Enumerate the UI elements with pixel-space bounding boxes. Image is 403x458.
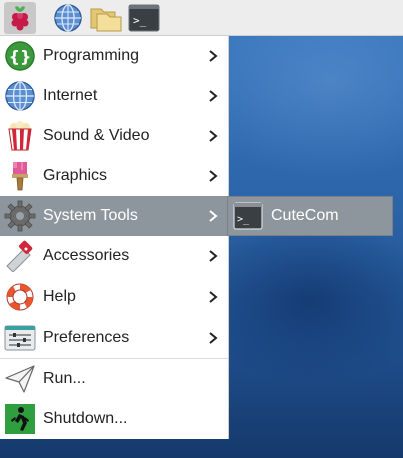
svg-text:>_: >_ bbox=[133, 14, 147, 27]
menu-item-help[interactable]: Help bbox=[0, 277, 228, 317]
graphics-brush-icon bbox=[12, 162, 28, 191]
menu-item-programming[interactable]: {} Programming bbox=[0, 36, 228, 76]
chevron-right-icon bbox=[209, 332, 218, 344]
chevron-right-icon bbox=[209, 170, 218, 182]
menu-item-label: Run... bbox=[43, 370, 86, 387]
accessories-knife-icon bbox=[6, 240, 33, 272]
chevron-right-icon bbox=[209, 250, 218, 262]
shutdown-exit-icon bbox=[5, 404, 35, 434]
applications-menu-button[interactable] bbox=[4, 2, 36, 34]
chevron-right-icon bbox=[209, 291, 218, 303]
menu-item-label: Programming bbox=[43, 47, 140, 64]
programming-braces-icon: {} bbox=[5, 41, 35, 71]
menu-item-label: Sound & Video bbox=[43, 127, 150, 144]
svg-text:{}: {} bbox=[9, 47, 32, 66]
cutecom-terminal-icon: >_ bbox=[233, 202, 263, 230]
chevron-right-icon bbox=[209, 90, 218, 102]
taskbar: >_ bbox=[0, 0, 403, 36]
menu-item-label: Help bbox=[43, 288, 76, 305]
help-lifebuoy-icon bbox=[6, 283, 34, 311]
chevron-right-icon bbox=[209, 50, 218, 62]
menu-item-accessories[interactable]: Accessories bbox=[0, 236, 228, 276]
system-tools-gear-icon bbox=[4, 200, 36, 232]
applications-menu: {} Programming Internet Sound & Video Gr… bbox=[0, 36, 229, 439]
menu-item-label: System Tools bbox=[43, 207, 138, 224]
file-manager-folder-icon bbox=[90, 8, 122, 32]
menu-item-label: Graphics bbox=[43, 167, 108, 184]
menu-item-label: Preferences bbox=[43, 329, 130, 346]
menu-item-system-tools[interactable]: System Tools bbox=[0, 196, 228, 236]
web-browser-button[interactable] bbox=[52, 2, 84, 34]
preferences-sliders-icon bbox=[4, 325, 36, 351]
sound-video-popcorn-icon bbox=[8, 121, 32, 151]
menu-item-sound-video[interactable]: Sound & Video bbox=[0, 116, 228, 156]
menu-item-shutdown[interactable]: Shutdown... bbox=[0, 399, 228, 439]
menu-item-label: Accessories bbox=[43, 247, 130, 264]
submenu-item-label: CuteCom bbox=[271, 207, 339, 224]
raspberry-pi-menu-icon bbox=[11, 6, 29, 31]
menu-item-internet[interactable]: Internet bbox=[0, 76, 228, 116]
menu-item-label: Internet bbox=[43, 87, 98, 104]
web-browser-globe-icon bbox=[54, 4, 82, 32]
system-tools-submenu: >_ CuteCom bbox=[227, 196, 393, 236]
chevron-right-icon bbox=[209, 130, 218, 142]
menu-item-run[interactable]: Run... bbox=[0, 359, 228, 399]
terminal-icon: >_ bbox=[128, 4, 160, 32]
file-manager-button[interactable] bbox=[90, 2, 122, 34]
menu-item-graphics[interactable]: Graphics bbox=[0, 156, 228, 196]
submenu-item-cutecom[interactable]: >_ CuteCom bbox=[228, 197, 392, 235]
run-paper-plane-icon bbox=[5, 365, 35, 393]
menu-item-preferences[interactable]: Preferences bbox=[0, 318, 228, 358]
menu-item-label: Shutdown... bbox=[43, 410, 128, 427]
terminal-button[interactable]: >_ bbox=[128, 2, 160, 34]
svg-text:>_: >_ bbox=[237, 214, 250, 225]
chevron-right-icon bbox=[209, 210, 218, 222]
internet-globe-icon bbox=[5, 81, 35, 111]
